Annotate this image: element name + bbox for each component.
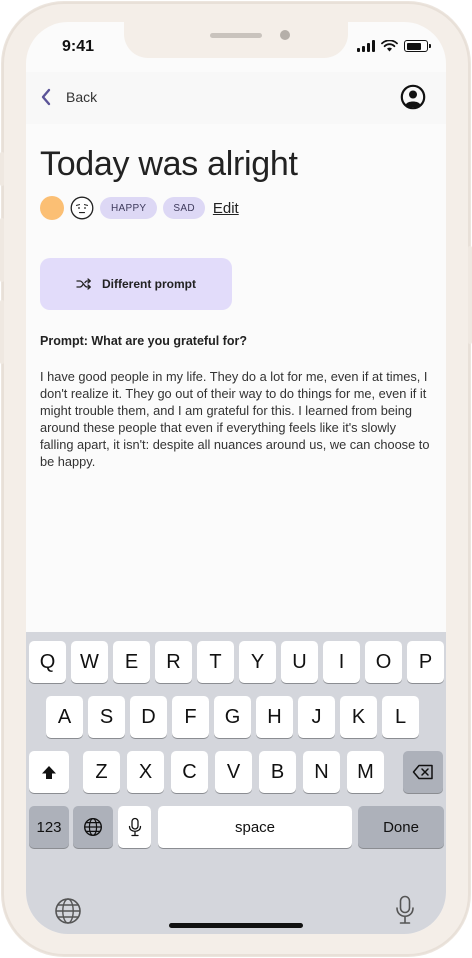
keyboard-row-4: 123 space Done: [26, 806, 446, 848]
phone-side-button: [0, 152, 4, 186]
globe-icon[interactable]: [54, 897, 82, 925]
key-f[interactable]: F: [172, 696, 209, 738]
notch: [124, 22, 348, 58]
key-y[interactable]: Y: [239, 641, 276, 683]
space-key[interactable]: space: [158, 806, 352, 848]
front-camera: [280, 30, 290, 40]
key-j[interactable]: J: [298, 696, 335, 738]
mood-row: HAPPY SAD Edit: [40, 196, 432, 220]
key-h[interactable]: H: [256, 696, 293, 738]
different-prompt-label: Different prompt: [102, 277, 196, 291]
phone-side-button: [468, 246, 472, 344]
globe-icon: [83, 817, 103, 837]
key-w[interactable]: W: [71, 641, 108, 683]
microphone-icon[interactable]: [395, 895, 415, 925]
done-key[interactable]: Done: [358, 806, 444, 848]
edit-link[interactable]: Edit: [213, 200, 239, 217]
back-label: Back: [66, 89, 98, 105]
shift-icon: [42, 765, 56, 779]
key-i[interactable]: I: [323, 641, 360, 683]
dictation-key[interactable]: [118, 806, 151, 848]
key-p[interactable]: P: [407, 641, 444, 683]
key-x[interactable]: X: [127, 751, 164, 793]
key-o[interactable]: O: [365, 641, 402, 683]
status-time: 9:41: [62, 38, 95, 55]
backspace-icon: [412, 764, 433, 780]
phone-side-button: [0, 218, 4, 282]
phone-side-button: [0, 300, 4, 364]
key-t[interactable]: T: [197, 641, 234, 683]
key-k[interactable]: K: [340, 696, 377, 738]
tag-happy[interactable]: HAPPY: [100, 197, 158, 219]
key-u[interactable]: U: [281, 641, 318, 683]
key-a[interactable]: A: [46, 696, 83, 738]
key-b[interactable]: B: [259, 751, 296, 793]
chevron-left-icon: [41, 88, 51, 106]
keyboard-row-2: A S D F G H J K L: [26, 696, 446, 738]
delete-key[interactable]: [403, 751, 443, 793]
key-g[interactable]: G: [214, 696, 251, 738]
key-d[interactable]: D: [130, 696, 167, 738]
user-circle-icon[interactable]: [400, 84, 426, 110]
speaker: [210, 33, 262, 38]
keyboard-row-3: Z X C V B N M: [26, 751, 446, 793]
key-m[interactable]: M: [347, 751, 384, 793]
key-r[interactable]: R: [155, 641, 192, 683]
prompt-question: Prompt: What are you grateful for?: [40, 334, 247, 348]
key-n[interactable]: N: [303, 751, 340, 793]
wifi-icon: [381, 40, 398, 52]
key-l[interactable]: L: [382, 696, 419, 738]
mood-color-dot: [40, 196, 64, 220]
battery-icon: [404, 40, 431, 52]
microphone-icon: [128, 817, 141, 837]
key-v[interactable]: V: [215, 751, 252, 793]
key-q[interactable]: Q: [29, 641, 66, 683]
entry-content: Today was alright HAPPY SAD Edit Differe…: [40, 144, 432, 470]
different-prompt-button[interactable]: Different prompt: [40, 258, 232, 310]
status-icons: [357, 40, 431, 52]
keyboard-row-1: Q W E R T Y U I O P: [26, 641, 446, 683]
neutral-face-icon: [70, 196, 94, 220]
back-button[interactable]: Back: [40, 88, 97, 106]
key-e[interactable]: E: [113, 641, 150, 683]
globe-key[interactable]: [73, 806, 113, 848]
tag-sad[interactable]: SAD: [163, 197, 205, 219]
entry-body-text[interactable]: I have good people in my life. They do a…: [40, 368, 432, 470]
shift-key[interactable]: [29, 751, 69, 793]
cellular-signal-icon: [357, 40, 375, 52]
nav-bar: Back: [26, 72, 446, 124]
numbers-key[interactable]: 123: [29, 806, 69, 848]
shuffle-icon: [76, 278, 91, 290]
phone-screen: 9:41 Back Today was alright HAPPY SAD Ed…: [26, 22, 446, 934]
home-indicator: [169, 923, 303, 928]
key-z[interactable]: Z: [83, 751, 120, 793]
entry-title: Today was alright: [40, 145, 298, 183]
key-s[interactable]: S: [88, 696, 125, 738]
keyboard: Q W E R T Y U I O P A S D F G H J K L Z …: [26, 632, 446, 934]
key-c[interactable]: C: [171, 751, 208, 793]
